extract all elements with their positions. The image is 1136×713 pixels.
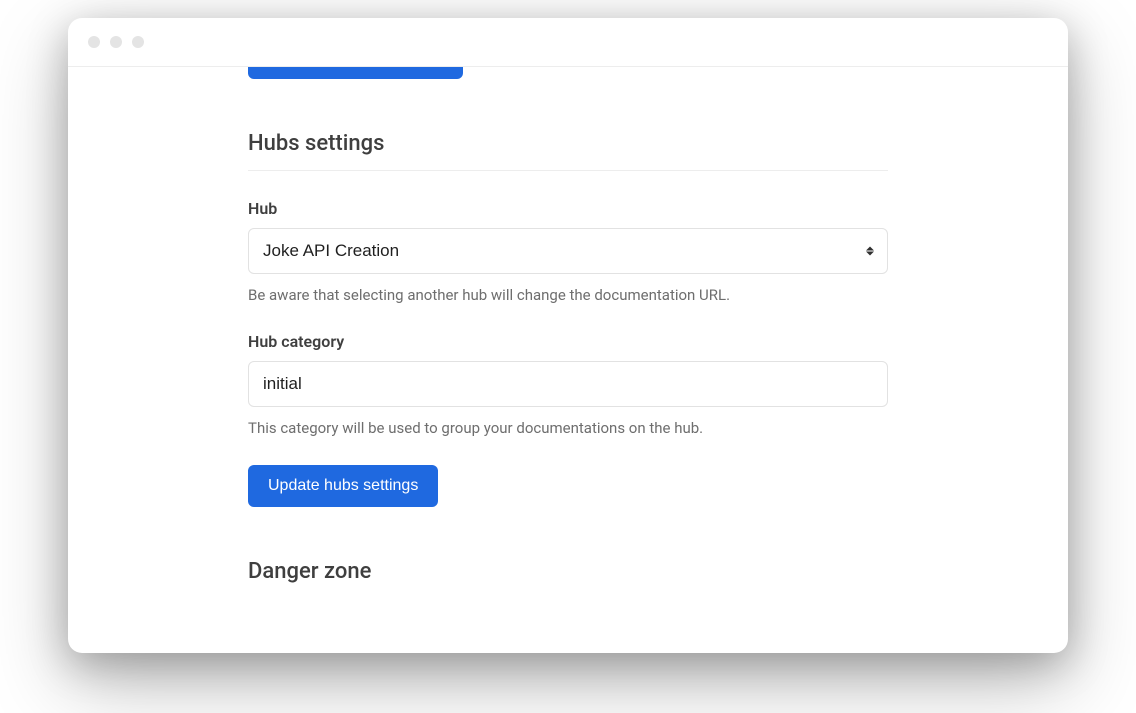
- hubs-settings-heading: Hubs settings: [248, 131, 888, 171]
- window-minimize-dot[interactable]: [110, 36, 122, 48]
- window-maximize-dot[interactable]: [132, 36, 144, 48]
- hub-help-text: Be aware that selecting another hub will…: [248, 286, 888, 304]
- window-titlebar: [68, 18, 1068, 66]
- hub-select[interactable]: [248, 228, 888, 274]
- hub-category-label: Hub category: [248, 332, 888, 351]
- hub-select-wrapper: [248, 228, 888, 274]
- hub-label: Hub: [248, 199, 888, 218]
- window-close-dot[interactable]: [88, 36, 100, 48]
- hub-category-input[interactable]: [248, 361, 888, 407]
- browser-window: Hubs settings Hub Be aware that selectin…: [68, 18, 1068, 653]
- danger-zone-heading: Danger zone: [248, 559, 888, 584]
- page-content: Hubs settings Hub Be aware that selectin…: [68, 67, 1068, 584]
- partial-visible-button[interactable]: [248, 67, 463, 79]
- hub-category-help-text: This category will be used to group your…: [248, 419, 888, 437]
- update-hubs-settings-button[interactable]: Update hubs settings: [248, 465, 438, 507]
